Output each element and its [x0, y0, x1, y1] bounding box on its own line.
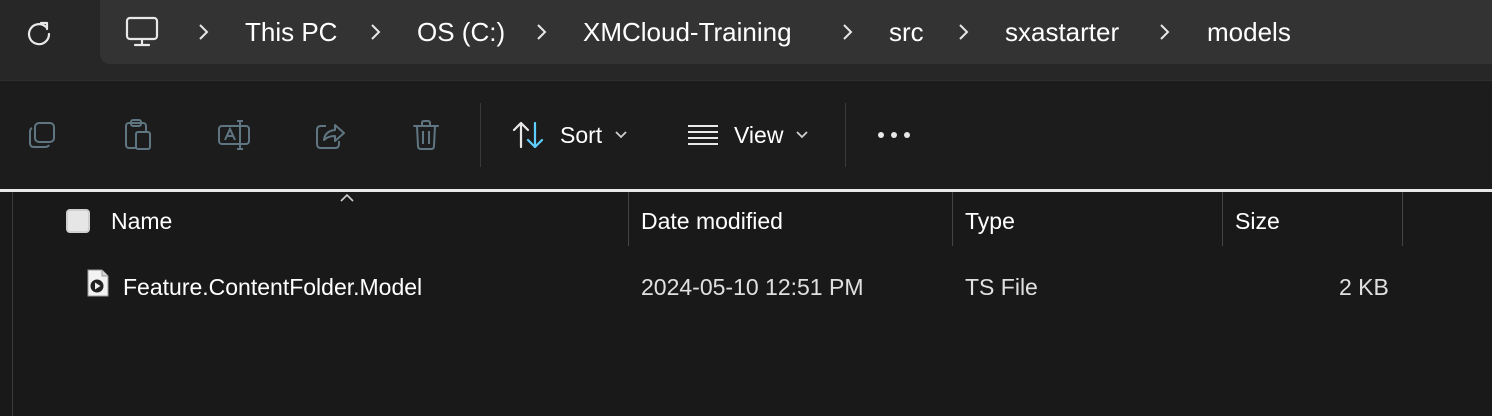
chevron-right-icon[interactable] — [196, 22, 210, 42]
table-row[interactable]: Feature.ContentFolder.Model 2024-05-10 1… — [0, 258, 1400, 316]
breadcrumb[interactable]: This PC OS (C:) XMCloud-Training src sxa… — [100, 0, 1492, 64]
column-header-name[interactable]: Name — [111, 206, 172, 236]
sort-button[interactable]: Sort — [510, 111, 628, 159]
sort-icon — [512, 121, 544, 149]
breadcrumb-item-xmcloud-training[interactable]: XMCloud-Training — [583, 16, 792, 48]
toolbar-separator — [480, 103, 481, 167]
rename-icon[interactable] — [216, 117, 252, 153]
refresh-icon[interactable] — [20, 14, 58, 52]
chevron-down-icon — [615, 131, 627, 139]
column-header-date-modified[interactable]: Date modified — [641, 206, 783, 236]
address-bar: This PC OS (C:) XMCloud-Training src sxa… — [0, 0, 1492, 80]
ts-file-icon — [87, 269, 109, 297]
chevron-right-icon[interactable] — [534, 22, 548, 42]
view-list-icon — [688, 125, 718, 145]
toolbar-separator — [845, 103, 846, 167]
delete-icon[interactable] — [408, 117, 444, 153]
column-header-size[interactable]: Size — [1235, 206, 1280, 236]
breadcrumb-item-models[interactable]: models — [1207, 16, 1291, 48]
chevron-right-icon[interactable] — [368, 22, 382, 42]
file-date-modified: 2024-05-10 12:51 PM — [641, 274, 864, 300]
column-divider[interactable] — [952, 192, 953, 246]
column-divider[interactable] — [1222, 192, 1223, 246]
copy-icon[interactable] — [24, 117, 60, 153]
select-all-checkbox[interactable] — [66, 209, 90, 233]
file-name[interactable]: Feature.ContentFolder.Model — [123, 272, 422, 302]
paste-icon[interactable] — [120, 117, 156, 153]
file-type: TS File — [965, 274, 1038, 300]
view-button-label: View — [734, 121, 784, 148]
view-button[interactable]: View — [686, 111, 809, 159]
column-divider[interactable] — [1402, 192, 1403, 246]
more-options-icon[interactable] — [874, 123, 914, 147]
sort-button-label: Sort — [560, 121, 603, 148]
chevron-right-icon[interactable] — [840, 22, 854, 42]
breadcrumb-item-sxastarter[interactable]: sxastarter — [1005, 16, 1119, 48]
chevron-right-icon[interactable] — [956, 22, 970, 42]
breadcrumb-item-os-c[interactable]: OS (C:) — [417, 16, 505, 48]
breadcrumb-item-this-pc[interactable]: This PC — [245, 16, 337, 48]
command-bar: Sort View — [0, 81, 1492, 189]
breadcrumb-item-src[interactable]: src — [889, 16, 924, 48]
sort-ascending-icon — [340, 193, 354, 202]
share-icon[interactable] — [312, 117, 348, 153]
column-divider[interactable] — [628, 192, 629, 246]
file-list: Name Date modified Type Size Feature.Con… — [0, 192, 1492, 416]
chevron-down-icon — [796, 131, 809, 139]
column-header-type[interactable]: Type — [965, 206, 1015, 236]
file-size: 2 KB — [1339, 274, 1389, 300]
computer-icon[interactable] — [124, 15, 160, 49]
chevron-right-icon[interactable] — [1157, 22, 1171, 42]
